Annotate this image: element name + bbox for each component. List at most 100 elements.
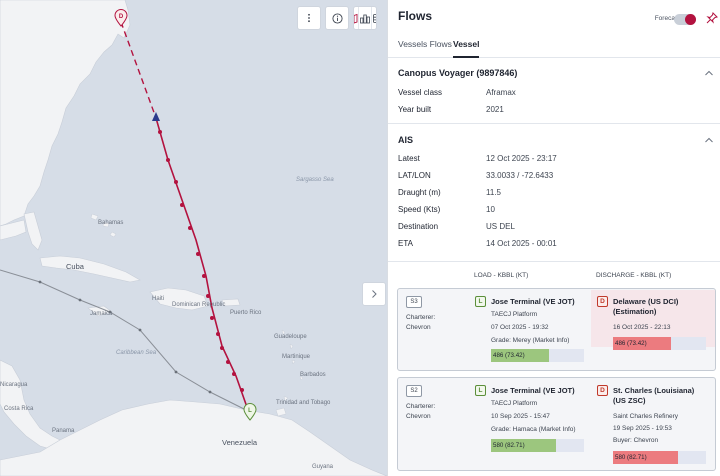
field-label: Draught (m) <box>398 188 441 197</box>
discharge-badge: D <box>597 296 608 307</box>
charterer: Charterer: Chevron <box>406 402 435 422</box>
map-label-venezuela: Venezuela <box>222 438 258 447</box>
map-label-trinidad: Trinidad and Tobago <box>276 400 331 406</box>
panel-header: Flows Forecast <box>388 0 720 30</box>
load-grade: Grade: Merey (Market Info) <box>491 337 570 344</box>
field-label: LAT/LON <box>398 171 431 180</box>
map-toolbar <box>297 6 377 30</box>
discharge-terminal-line1: St. Charles (Louisiana) <box>613 386 695 395</box>
charterer-label: Charterer: <box>406 314 436 321</box>
table-view-button[interactable] <box>372 7 376 29</box>
destination-pin-icon[interactable]: D <box>114 9 128 27</box>
map-label-martinique: Martinique <box>282 354 311 360</box>
load-volume-label: 486 (73.42) <box>493 352 525 359</box>
load-platform: TAECJ Platform <box>491 400 538 407</box>
info-button[interactable] <box>325 6 349 30</box>
panel-title: Flows <box>398 9 433 23</box>
load-badge: L <box>475 385 486 396</box>
map-label-barbados: Barbados <box>300 372 326 378</box>
discharge-volume-bar: 486 (73.42) <box>613 337 706 350</box>
load-volume-label: 580 (82.71) <box>493 442 525 449</box>
field-label: Vessel class <box>398 88 443 97</box>
charterer: Charterer: Chevron <box>406 313 435 333</box>
map-icon <box>354 13 358 23</box>
panel-tabs: Vessels Flows Vessel <box>388 30 720 58</box>
map-label-jamaica: Jamaica <box>90 311 113 317</box>
discharge-terminal[interactable]: Delaware (US DCI) (Estimation) <box>613 297 678 317</box>
chevron-up-icon[interactable] <box>704 69 714 77</box>
discharge-platform: Saint Charles Refinery <box>613 413 679 420</box>
field-value: 10 <box>486 205 495 214</box>
flow-card[interactable]: S2 Charterer: Chevron L Jose Terminal (V… <box>397 377 716 471</box>
chart-view-button[interactable] <box>359 7 372 29</box>
map-label-guyana: Guyana <box>312 464 334 470</box>
chart-icon <box>360 14 370 23</box>
forecast-route <box>120 21 157 119</box>
discharge-terminal-line2: (Estimation) <box>613 307 657 316</box>
chevron-up-icon[interactable] <box>704 136 714 144</box>
tab-vessel[interactable]: Vessel <box>453 39 479 49</box>
map-label-haiti: Haiti <box>152 296 165 302</box>
field-label: Year built <box>398 105 432 114</box>
vessel-position-icon <box>152 112 160 121</box>
discharge-badge: D <box>597 385 608 396</box>
forecast-toggle[interactable] <box>674 14 696 25</box>
load-pin-icon[interactable]: L <box>243 403 257 421</box>
discharge-column-header: DISCHARGE - KBBL (KT) <box>596 272 672 279</box>
discharge-terminal[interactable]: St. Charles (Louisiana) (US ZSC) <box>613 386 694 406</box>
load-pin-letter: L <box>248 408 252 414</box>
load-terminal[interactable]: Jose Terminal (VE JOT) <box>491 386 575 396</box>
pin-icon[interactable] <box>706 12 718 24</box>
field-value: 12 Oct 2025 - 23:17 <box>486 154 557 163</box>
discharge-date: 19 Sep 2025 - 19:53 <box>613 425 672 432</box>
load-column-header: LOAD - KBBL (KT) <box>474 272 529 279</box>
field-label: Speed (Kts) <box>398 205 441 214</box>
map-label-costa-rica: Costa Rica <box>4 406 34 412</box>
charterer-label: Charterer: <box>406 403 436 410</box>
more-options-button[interactable] <box>297 6 321 30</box>
load-terminal[interactable]: Jose Terminal (VE JOT) <box>491 297 575 307</box>
ais-section: AIS Latest 12 Oct 2025 - 23:17 LAT/LON 33.… <box>388 124 720 262</box>
load-volume-bar: 486 (73.42) <box>491 349 584 362</box>
vessel-section: Canopus Voyager (9897846) Vessel class A… <box>388 58 720 124</box>
field-value: Aframax <box>486 88 516 97</box>
table-icon <box>373 13 376 23</box>
field-label: ETA <box>398 239 413 248</box>
collapse-panel-button[interactable] <box>362 282 386 306</box>
field-label: Destination <box>398 222 439 231</box>
map-view[interactable]: D L Sargasso Sea Bahamas Cuba Haiti Domi… <box>0 0 387 476</box>
segment-badge: S2 <box>406 385 422 397</box>
discharge-terminal-line2: (US ZSC) <box>613 396 646 405</box>
map-label-caribbean: Caribbean Sea <box>116 350 157 356</box>
load-platform: TAECJ Platform <box>491 311 538 318</box>
load-date: 10 Sep 2025 - 15:47 <box>491 413 550 420</box>
map-label-bahamas: Bahamas <box>98 220 124 226</box>
field-value: 11.5 <box>486 188 501 197</box>
map-label-guadeloupe: Guadeloupe <box>274 334 307 340</box>
field-label: Latest <box>398 154 420 163</box>
field-value: 14 Oct 2025 - 00:01 <box>486 239 557 248</box>
discharge-volume-label: 486 (73.42) <box>615 340 647 347</box>
info-icon <box>331 12 343 24</box>
toggle-knob <box>685 14 696 25</box>
load-date: 07 Oct 2025 - 19:32 <box>491 324 549 331</box>
destination-pin-letter: D <box>119 14 124 20</box>
more-vertical-icon <box>308 13 310 23</box>
chevron-right-icon <box>372 290 377 298</box>
load-volume-bar: 580 (82.71) <box>491 439 584 452</box>
flow-card[interactable]: S3 Charterer: Chevron L Jose Terminal (V… <box>397 288 716 371</box>
load-grade: Grade: Hamaca (Market Info) <box>491 426 576 433</box>
map-label-puerto-rico: Puerto Rico <box>230 310 262 316</box>
map-label-panama: Panama <box>52 428 75 434</box>
map-label-cuba: Cuba <box>66 262 84 271</box>
charterer-value: Chevron <box>406 324 431 331</box>
vessel-name[interactable]: Canopus Voyager (9897846) <box>398 68 517 78</box>
ais-title[interactable]: AIS <box>398 135 413 145</box>
field-value: 2021 <box>486 105 504 114</box>
discharge-terminal-line1: Delaware (US DCI) <box>613 297 679 306</box>
flows-panel: Flows Forecast Vessels Flows Vessel Cano… <box>387 0 720 476</box>
tab-vessels-flows[interactable]: Vessels Flows <box>398 39 452 49</box>
land-central-america <box>0 359 61 451</box>
field-value: US DEL <box>486 222 515 231</box>
buyer: Buyer: Chevron <box>613 437 659 444</box>
